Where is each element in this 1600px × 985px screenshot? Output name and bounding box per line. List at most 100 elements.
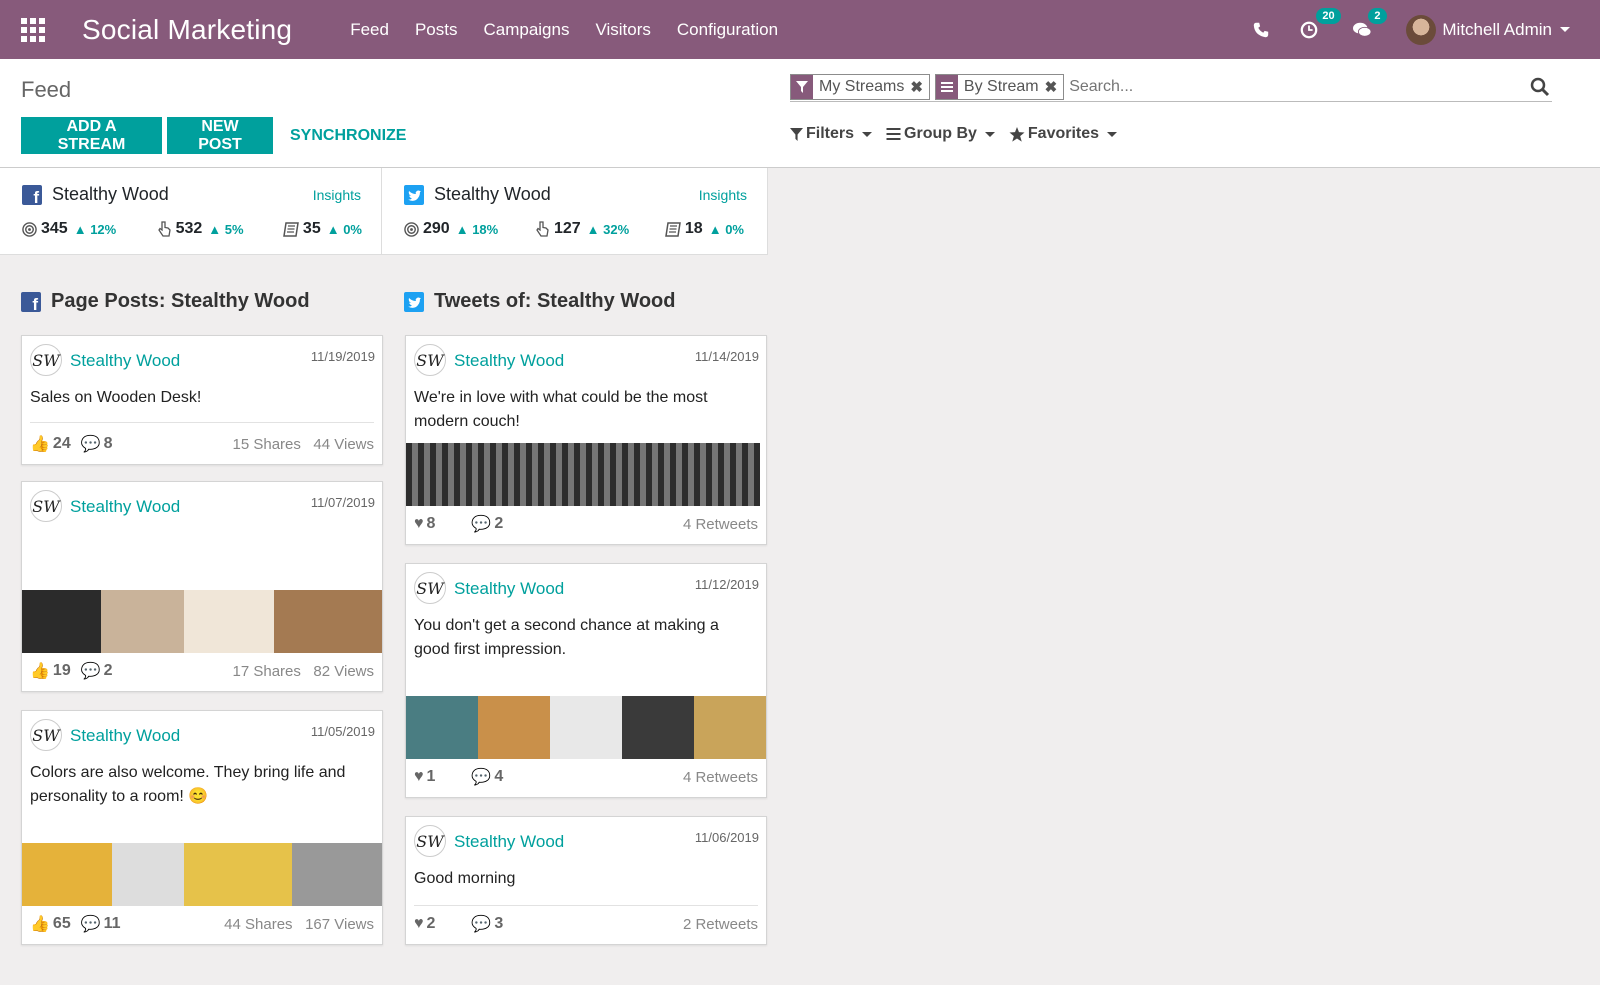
- post-footer: 👍 19 💬 2 17 Shares 82 Views: [30, 662, 374, 680]
- search-input[interactable]: [1069, 74, 1530, 100]
- remove-facet-icon[interactable]: ✖: [1045, 78, 1058, 96]
- facet-my-streams: My Streams ✖: [790, 74, 930, 100]
- post-message: Good morning: [414, 870, 516, 887]
- stat-engagement: 127 ▲ 32%: [534, 220, 629, 238]
- add-stream-button[interactable]: ADD A STREAM: [21, 117, 162, 154]
- post-image[interactable]: [406, 443, 760, 506]
- accounts-row: f Stealthy Wood Insights 345 ▲ 12% 532 ▲ 5…: [0, 168, 768, 255]
- main-menu: Feed Posts Campaigns Visitors Configurat…: [350, 20, 804, 40]
- pointer-icon: [536, 221, 549, 237]
- thumbs-up-icon: 👍: [30, 663, 50, 680]
- top-navbar: Social Marketing Feed Posts Campaigns Vi…: [0, 0, 1600, 59]
- post-footer: 👍 65 💬 11 44 Shares 167 Views: [30, 915, 374, 933]
- app-title: Social Marketing: [82, 13, 293, 45]
- tweet-card[interactable]: SW Stealthy Wood 11/06/2019 Good morning…: [405, 816, 767, 945]
- tweet-card[interactable]: SW Stealthy Wood 11/14/2019 We're in lov…: [405, 335, 767, 545]
- post-date: 11/07/2019: [310, 495, 375, 510]
- post-message: Sales on Wooden Desk!: [30, 389, 202, 406]
- post-footer: ♥ 1 💬 4 4 Retweets: [414, 768, 758, 786]
- search-options: Filters Group By Favorites: [790, 125, 1131, 143]
- account-card-facebook: f Stealthy Wood Insights 345 ▲ 12% 532 ▲ 5…: [0, 168, 382, 255]
- caret-down-icon: [984, 131, 995, 137]
- post-image[interactable]: [22, 843, 382, 906]
- tweet-card[interactable]: SW Stealthy Wood 11/12/2019 You don't ge…: [405, 563, 767, 798]
- group-icon: [935, 75, 958, 99]
- bars-icon: [886, 128, 901, 140]
- menu-configuration[interactable]: Configuration: [677, 20, 778, 40]
- favorites-dropdown[interactable]: Favorites: [1009, 125, 1118, 143]
- facebook-icon: f: [22, 184, 42, 205]
- star-icon: [1009, 126, 1025, 142]
- remove-facet-icon[interactable]: ✖: [910, 78, 923, 96]
- post-card[interactable]: SW Stealthy Wood 11/19/2019 Sales on Woo…: [21, 335, 383, 465]
- account-name: Stealthy Wood: [434, 184, 551, 204]
- group-by-dropdown[interactable]: Group By: [886, 125, 995, 143]
- account-logo: SW: [414, 572, 446, 604]
- chat-icon: [1353, 22, 1372, 37]
- phone-icon[interactable]: [1252, 21, 1270, 39]
- post-image[interactable]: [406, 696, 766, 759]
- systray: 20 2 Mitchell Admin: [1252, 0, 1600, 59]
- stat-stories: 35 ▲ 0%: [283, 220, 362, 238]
- comments-icon: 💬: [80, 916, 101, 933]
- post-footer: ♥ 2 💬 3 2 Retweets: [414, 915, 758, 933]
- account-logo: SW: [414, 825, 446, 857]
- menu-campaigns[interactable]: Campaigns: [483, 20, 569, 40]
- new-post-button[interactable]: NEW POST: [167, 117, 273, 154]
- clock-icon: [1301, 21, 1318, 38]
- insights-link[interactable]: Insights: [699, 187, 747, 203]
- comments-icon: 💬: [471, 916, 492, 933]
- messaging-menu[interactable]: 2: [1352, 7, 1387, 39]
- apps-menu-icon[interactable]: [21, 17, 45, 42]
- thumbs-up-icon: 👍: [30, 916, 50, 933]
- activity-menu[interactable]: 20: [1300, 7, 1341, 39]
- post-author[interactable]: Stealthy Wood: [454, 351, 564, 371]
- post-card[interactable]: SW Stealthy Wood 11/05/2019 Colors are a…: [21, 710, 383, 945]
- post-date: 11/19/2019: [310, 349, 375, 364]
- stream-title-twitter: Tweets of: Stealthy Wood: [404, 290, 676, 313]
- search-icon[interactable]: [1530, 77, 1550, 97]
- post-message: You don't get a second chance at making …: [414, 617, 719, 658]
- account-logo: SW: [30, 490, 62, 522]
- stat-audience: 345 ▲ 12%: [22, 220, 116, 238]
- account-logo: SW: [30, 719, 62, 751]
- account-name: Stealthy Wood: [52, 184, 169, 204]
- messages-badge: 2: [1368, 7, 1387, 24]
- menu-posts[interactable]: Posts: [415, 20, 458, 40]
- insights-link[interactable]: Insights: [313, 187, 361, 203]
- post-date: 11/05/2019: [310, 724, 375, 739]
- menu-feed[interactable]: Feed: [350, 20, 389, 40]
- menu-visitors[interactable]: Visitors: [595, 20, 650, 40]
- post-card[interactable]: SW Stealthy Wood 11/07/2019 👍 19 💬 2 17 Sh…: [21, 481, 383, 692]
- caret-down-icon: [1107, 131, 1118, 137]
- post-image[interactable]: [22, 590, 382, 653]
- caret-down-icon: [862, 131, 873, 137]
- post-message: We're in love with what could be the mos…: [414, 389, 708, 430]
- user-name: Mitchell Admin: [1442, 19, 1552, 39]
- heart-icon: ♥: [414, 768, 424, 785]
- post-date: 11/06/2019: [694, 830, 759, 845]
- post-date: 11/14/2019: [694, 349, 759, 364]
- thumbs-up-icon: 👍: [30, 436, 50, 453]
- twitter-icon: [404, 291, 424, 312]
- post-author[interactable]: Stealthy Wood: [70, 497, 180, 517]
- filters-dropdown[interactable]: Filters: [790, 125, 873, 143]
- target-icon: [404, 221, 419, 237]
- post-author[interactable]: Stealthy Wood: [454, 832, 564, 852]
- post-author[interactable]: Stealthy Wood: [70, 351, 180, 371]
- stream-title-facebook: f Page Posts: Stealthy Wood: [21, 290, 310, 313]
- facebook-icon: f: [21, 291, 41, 312]
- control-panel: Feed ADD A STREAM NEW POST SYNCHRONIZE M…: [0, 59, 1600, 168]
- post-message: Colors are also welcome. They bring life…: [30, 764, 346, 805]
- avatar: [1406, 14, 1437, 45]
- newspaper-icon: [283, 221, 299, 237]
- post-footer: 👍 24 💬 8 15 Shares 44 Views: [30, 435, 374, 453]
- post-author[interactable]: Stealthy Wood: [454, 579, 564, 599]
- filter-icon: [791, 75, 813, 99]
- synchronize-button[interactable]: SYNCHRONIZE: [278, 117, 418, 154]
- heart-icon: ♥: [414, 515, 424, 532]
- post-author[interactable]: Stealthy Wood: [70, 726, 180, 746]
- search-bar: My Streams ✖ By Stream ✖: [790, 73, 1552, 102]
- comments-icon: 💬: [471, 516, 492, 533]
- user-menu[interactable]: Mitchell Admin: [1406, 14, 1570, 45]
